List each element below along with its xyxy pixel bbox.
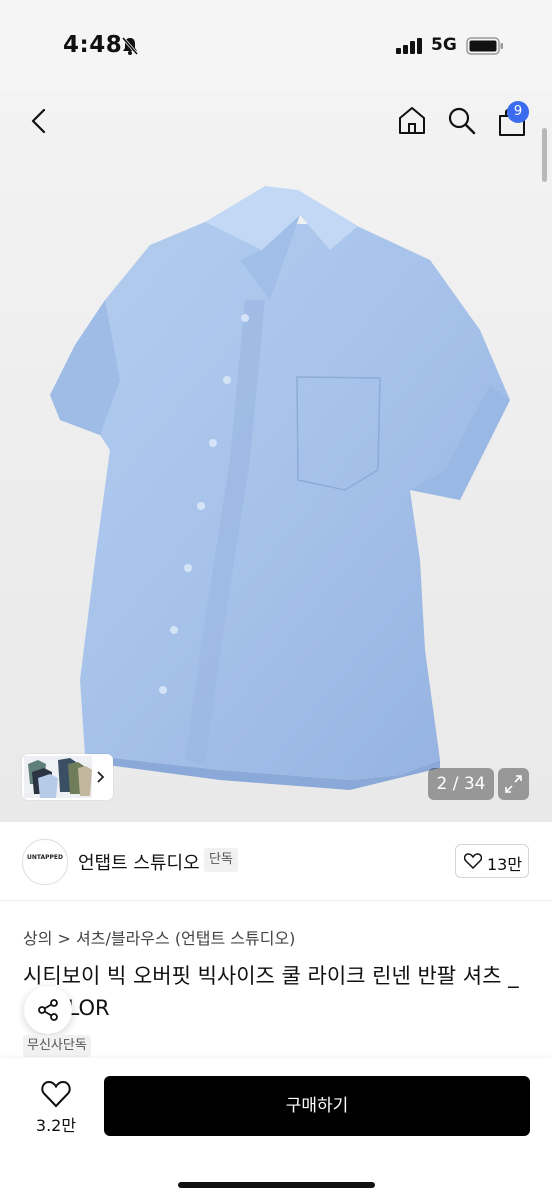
scroll-indicator [542,128,547,182]
brand-exclusive-tag: 단독 [204,848,238,872]
product-title: 시티보이 빅 오버핏 빅사이즈 쿨 라이크 린넨 반팔 셔츠 _ 4COLOR [23,964,519,1020]
buy-button[interactable]: 구매하기 [104,1076,530,1136]
back-chevron-icon[interactable] [24,106,54,136]
shirt-image [50,186,510,790]
heart-outline-icon [41,1080,71,1108]
battery-icon [466,37,503,55]
category-breadcrumb[interactable]: 상의 > 셔츠/블라우스 (언탭트 스튜디오) [23,925,295,949]
product-image[interactable] [0,90,552,822]
fullscreen-expand-button[interactable] [498,768,529,800]
share-button[interactable] [24,986,72,1034]
wishlist-button[interactable]: 3.2만 [26,1076,86,1136]
cellular-signal-icon [396,38,422,54]
thumbnail-chevron-right-icon [97,771,105,783]
color-thumbnails-button[interactable] [22,754,113,800]
brand-like-count: 13만 [487,855,523,874]
silent-bell-icon [121,37,139,55]
status-time: 4:48 [63,32,123,58]
image-counter: 2 / 34 [428,768,494,800]
expand-arrows-icon [505,775,522,793]
musinsa-exclusive-tag: 무신사단독 [23,1035,91,1057]
status-bar: 4:48 5G [0,0,552,90]
brand-like-button[interactable]: 13만 [455,844,529,878]
home-indicator [178,1182,375,1188]
home-icon[interactable] [396,104,428,136]
network-type: 5G [431,35,457,55]
brand-logo[interactable]: UNTAPPED [22,839,68,885]
heart-icon [464,853,482,869]
cart-count-badge: 9 [507,101,529,123]
search-icon[interactable] [445,104,477,136]
wishlist-count: 3.2만 [35,1116,77,1135]
brand-name[interactable]: 언탭트 스튜디오 [78,849,200,875]
bottom-action-bar: 3.2만 구매하기 [0,1058,552,1200]
thumbnail-image [24,756,105,798]
share-icon [38,999,58,1021]
brand-logo-text: UNTAPPED [26,854,64,861]
brand-row: UNTAPPED 언탭트 스튜디오 단독 13만 [0,822,552,901]
